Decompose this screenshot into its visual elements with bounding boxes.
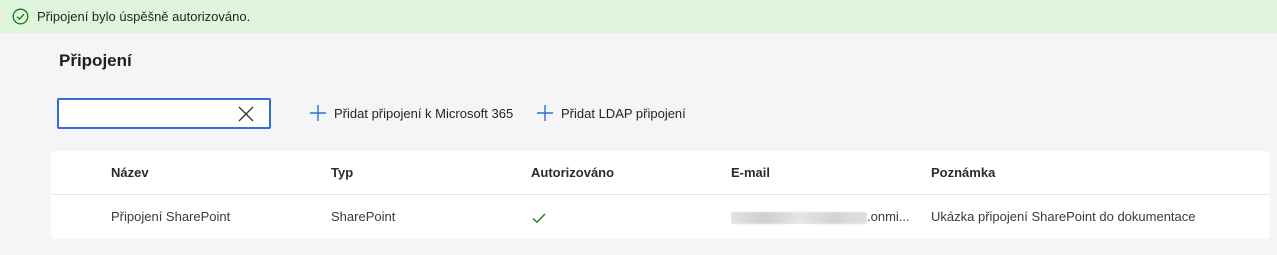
column-header-email[interactable]: E-mail <box>731 165 770 180</box>
plus-icon <box>309 104 327 122</box>
connections-table: Název Typ Autorizováno E-mail Poznámka P… <box>51 151 1270 239</box>
add-ldap-connection-button[interactable]: Přidat LDAP připojení <box>536 102 686 124</box>
cell-note: Ukázka připojení SharePoint do dokumenta… <box>931 209 1196 224</box>
column-header-note[interactable]: Poznámka <box>931 165 995 180</box>
column-header-type[interactable]: Typ <box>331 165 353 180</box>
add-ms365-connection-label: Přidat připojení k Microsoft 365 <box>334 105 514 121</box>
table-header: Název Typ Autorizováno E-mail Poznámka <box>51 151 1270 195</box>
add-ms365-connection-button[interactable]: Přidat připojení k Microsoft 365 <box>309 102 513 124</box>
add-ldap-connection-label: Přidat LDAP připojení <box>561 105 686 121</box>
table-row[interactable]: Připojení SharePoint SharePoint .onmi...… <box>51 196 1270 239</box>
email-suffix: .onmi... <box>867 209 910 224</box>
check-circle-icon <box>12 8 29 25</box>
banner-message: Připojení bylo úspěšně autorizováno. <box>37 9 251 24</box>
search-box[interactable] <box>57 98 271 129</box>
success-banner: Připojení bylo úspěšně autorizováno. <box>0 0 1277 33</box>
clear-search-button[interactable] <box>235 104 257 124</box>
authorized-check-icon <box>531 212 547 224</box>
cell-type: SharePoint <box>331 209 396 224</box>
column-header-authorized[interactable]: Autorizováno <box>531 165 614 180</box>
redacted-email-blur <box>731 211 867 224</box>
close-icon <box>238 106 254 122</box>
column-header-name[interactable]: Název <box>111 165 149 180</box>
page-title: Připojení <box>59 51 132 70</box>
plus-icon <box>536 104 554 122</box>
cell-name: Připojení SharePoint <box>111 209 231 224</box>
cell-email: .onmi... <box>731 209 910 224</box>
search-input[interactable] <box>65 104 225 124</box>
